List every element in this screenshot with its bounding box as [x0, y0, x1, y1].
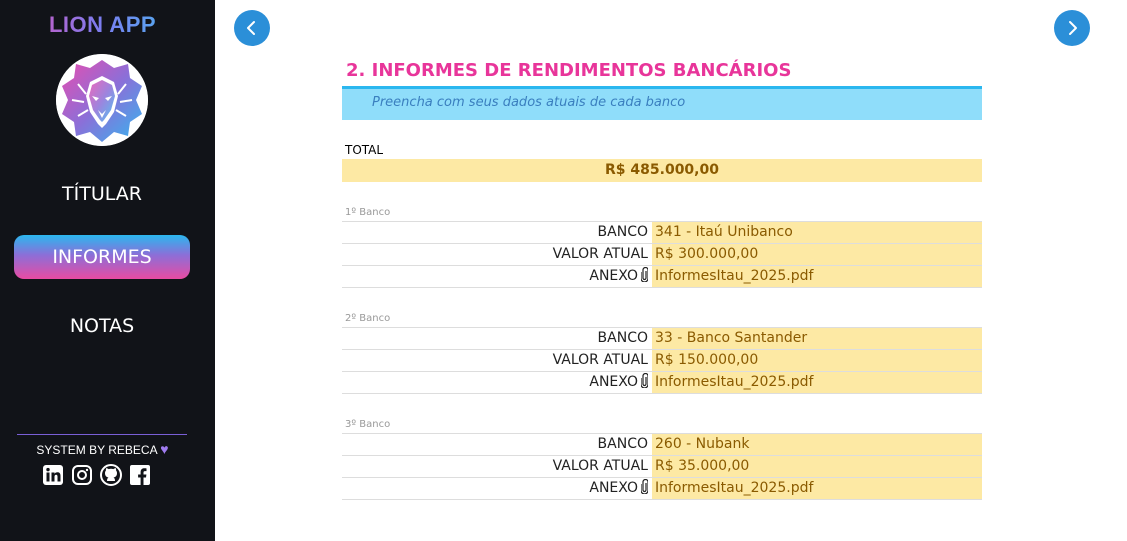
valor-field[interactable]: R$ 150.000,00 [652, 350, 982, 371]
anexo-label-cell: ANEXO [342, 266, 652, 287]
github-icon[interactable] [100, 464, 122, 486]
lion-logo [56, 54, 148, 146]
paperclip-icon [641, 267, 648, 282]
banco-label: BANCO [597, 330, 648, 346]
sidebar-item-informes[interactable]: INFORMES [14, 235, 190, 279]
subtitle-banner: Preencha com seus dados atuais de cada b… [342, 89, 982, 120]
heart-icon: ♥ [160, 441, 169, 457]
bank-row: BANCO 33 - Banco Santander [342, 328, 982, 350]
next-page-button[interactable] [1054, 10, 1090, 46]
bank-heading: 2º Banco [342, 313, 982, 328]
valor-row: VALOR ATUAL R$ 150.000,00 [342, 350, 982, 372]
valor-label: VALOR ATUAL [552, 458, 648, 474]
anexo-label: ANEXO [589, 268, 638, 284]
banco-field[interactable]: 33 - Banco Santander [652, 328, 982, 349]
bank-heading: 1º Banco [342, 207, 982, 222]
system-credit-text: SYSTEM BY REBECA [36, 443, 157, 457]
anexo-row: ANEXO InformesItau_2025.pdf [342, 372, 982, 394]
anexo-row: ANEXO InformesItau_2025.pdf [342, 478, 982, 500]
app-title: LION APP [0, 12, 205, 38]
sidebar-divider [17, 434, 187, 435]
bank-group-1: 1º Banco BANCO 341 - Itaú Unibanco VALOR… [342, 207, 982, 288]
bank-row: BANCO 341 - Itaú Unibanco [342, 222, 982, 244]
paperclip-icon [641, 373, 648, 388]
bank-group-3: 3º Banco BANCO 260 - Nubank VALOR ATUAL … [342, 419, 982, 500]
banco-field[interactable]: 260 - Nubank [652, 434, 982, 455]
total-value-field: R$ 485.000,00 [342, 159, 982, 182]
total-label: TOTAL [345, 143, 384, 157]
valor-row: VALOR ATUAL R$ 35.000,00 [342, 456, 982, 478]
anexo-row: ANEXO InformesItau_2025.pdf [342, 266, 982, 288]
anexo-label: ANEXO [589, 480, 638, 496]
chevron-left-icon [247, 21, 255, 35]
previous-page-button[interactable] [234, 10, 270, 46]
sidebar-item-notas[interactable]: NOTAS [14, 304, 190, 348]
bank-heading: 3º Banco [342, 419, 982, 434]
banco-label: BANCO [597, 436, 648, 452]
linkedin-icon[interactable] [42, 464, 64, 486]
system-credit: SYSTEM BY REBECA ♥ [0, 441, 205, 457]
bank-row: BANCO 260 - Nubank [342, 434, 982, 456]
instagram-icon[interactable] [71, 464, 93, 486]
paperclip-icon [641, 479, 648, 494]
anexo-file-link[interactable]: InformesItau_2025.pdf [652, 266, 982, 287]
anexo-file-link[interactable]: InformesItau_2025.pdf [652, 372, 982, 393]
banco-field[interactable]: 341 - Itaú Unibanco [652, 222, 982, 243]
page-subtitle: Preencha com seus dados atuais de cada b… [372, 95, 686, 110]
sidebar: LION APP TÍTULAR INFORMES NOTAS SYSTEM B… [0, 0, 215, 541]
anexo-label: ANEXO [589, 374, 638, 390]
anexo-label-cell: ANEXO [342, 478, 652, 499]
facebook-icon[interactable] [129, 464, 151, 486]
anexo-label-cell: ANEXO [342, 372, 652, 393]
social-links [42, 464, 151, 486]
sidebar-item-titular[interactable]: TÍTULAR [14, 172, 190, 216]
valor-row: VALOR ATUAL R$ 300.000,00 [342, 244, 982, 266]
banco-label: BANCO [597, 224, 648, 240]
chevron-right-icon [1069, 21, 1077, 35]
page-title: 2. INFORMES DE RENDIMENTOS BANCÁRIOS [346, 60, 792, 81]
valor-field[interactable]: R$ 35.000,00 [652, 456, 982, 477]
bank-group-2: 2º Banco BANCO 33 - Banco Santander VALO… [342, 313, 982, 394]
valor-label: VALOR ATUAL [552, 246, 648, 262]
anexo-file-link[interactable]: InformesItau_2025.pdf [652, 478, 982, 499]
valor-field[interactable]: R$ 300.000,00 [652, 244, 982, 265]
valor-label: VALOR ATUAL [552, 352, 648, 368]
